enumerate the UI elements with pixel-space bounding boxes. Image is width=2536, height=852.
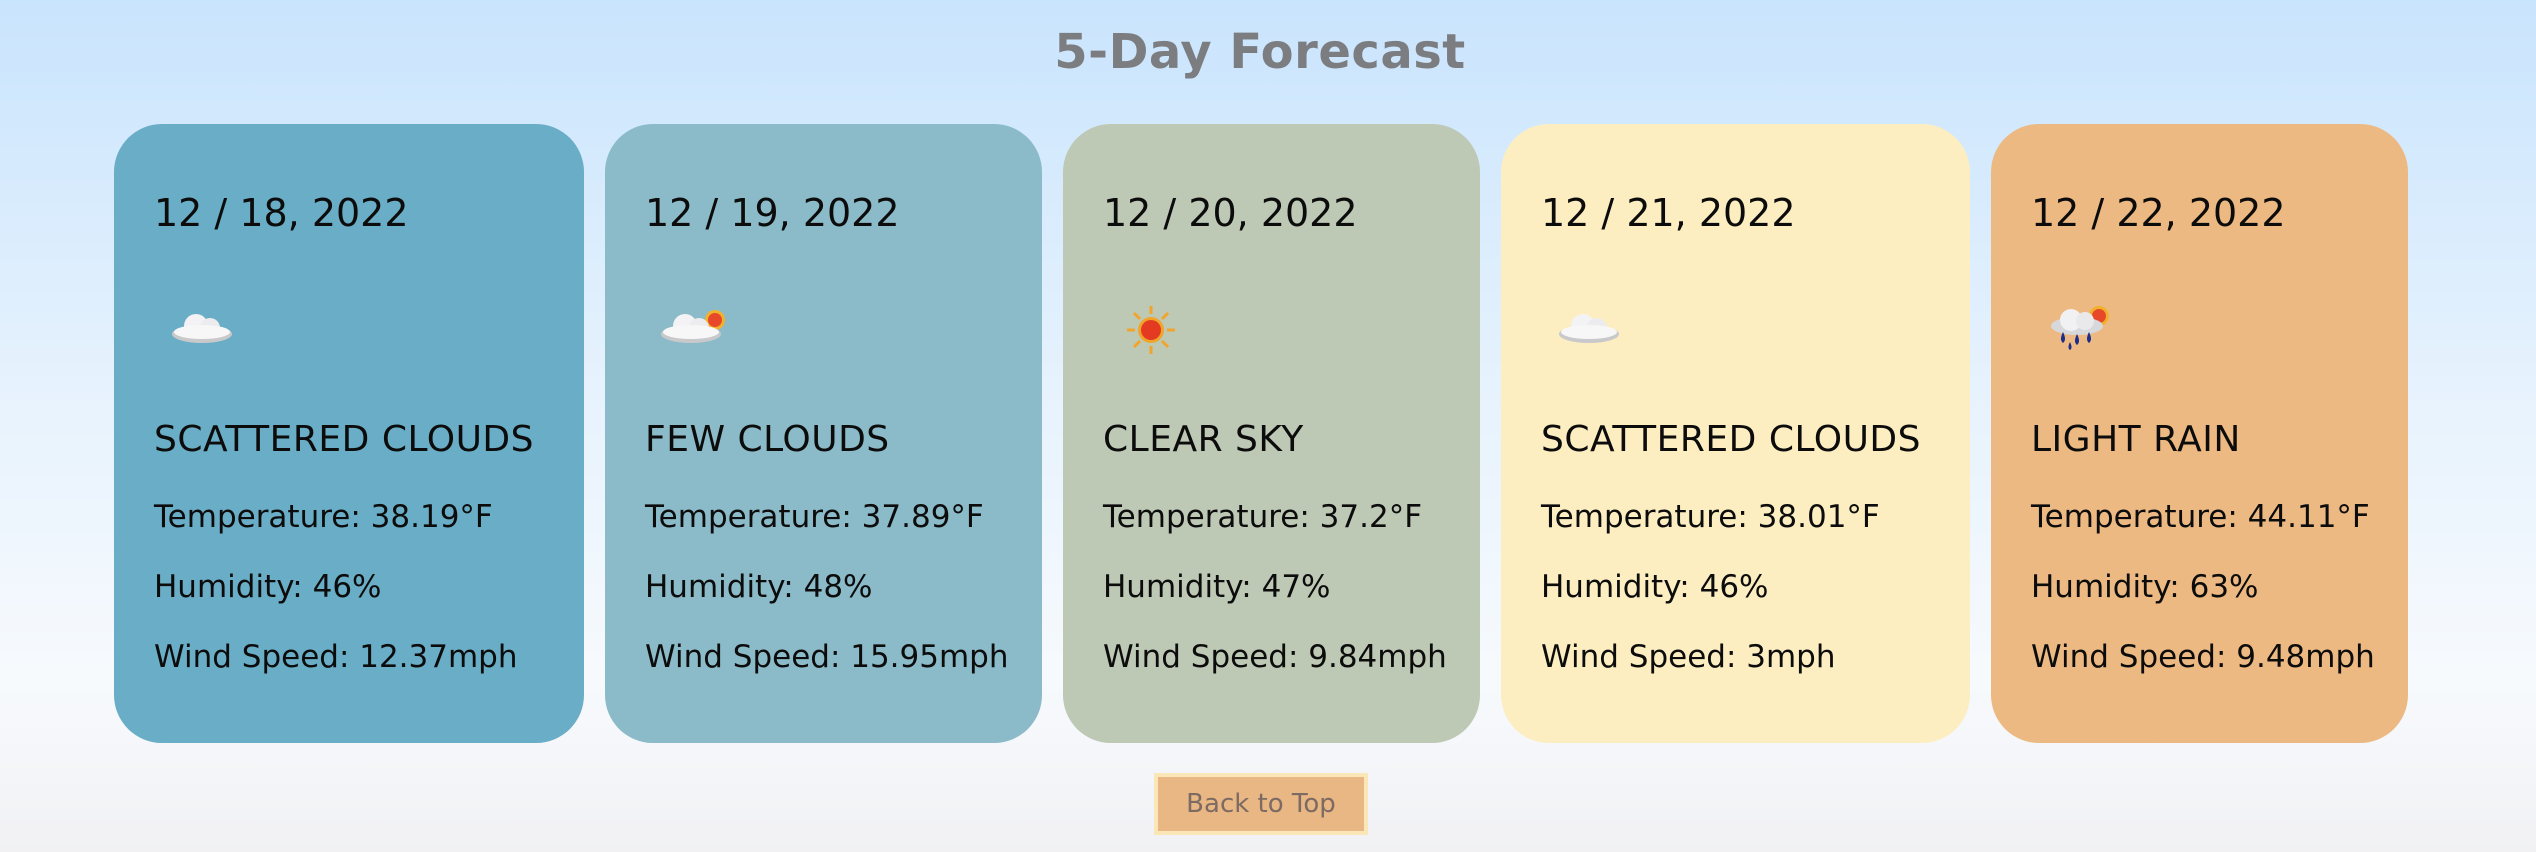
forecast-condition: SCATTERED CLOUDS xyxy=(1541,419,1922,460)
forecast-temperature: Temperature: 37.89°F xyxy=(645,499,984,535)
forecast-condition: FEW CLOUDS xyxy=(645,419,890,460)
forecast-temperature: Temperature: 38.01°F xyxy=(1541,499,1880,535)
forecast-wind-speed: Wind Speed: 9.84mph xyxy=(1103,639,1447,675)
forecast-temperature: Temperature: 44.11°F xyxy=(2031,499,2370,535)
page-title: 5-Day Forecast xyxy=(1054,24,1466,80)
forecast-date: 12 / 21, 2022 xyxy=(1541,191,1796,235)
forecast-card: 12 / 20, 2022 CLEAR SKY Temperature: 37.… xyxy=(1063,124,1480,743)
forecast-humidity: Humidity: 46% xyxy=(154,569,382,605)
forecast-date: 12 / 22, 2022 xyxy=(2031,191,2286,235)
back-to-top-button[interactable]: Back to Top xyxy=(1154,773,1368,835)
forecast-date: 12 / 20, 2022 xyxy=(1103,191,1358,235)
forecast-wind-speed: Wind Speed: 12.37mph xyxy=(154,639,518,675)
forecast-wind-speed: Wind Speed: 9.48mph xyxy=(2031,639,2375,675)
forecast-temperature: Temperature: 37.2°F xyxy=(1103,499,1423,535)
few-clouds-icon xyxy=(653,286,743,366)
forecast-card: 12 / 22, 2022 LIGHT RAIN Temperature: 44… xyxy=(1991,124,2408,743)
forecast-date: 12 / 18, 2022 xyxy=(154,191,409,235)
forecast-condition: SCATTERED CLOUDS xyxy=(154,419,535,460)
forecast-card: 12 / 19, 2022 FEW CLOUDS Temperature: 37… xyxy=(605,124,1042,743)
forecast-humidity: Humidity: 48% xyxy=(645,569,873,605)
forecast-condition: LIGHT RAIN xyxy=(2031,419,2241,460)
light-rain-icon xyxy=(2039,286,2129,366)
forecast-card: 12 / 21, 2022 SCATTERED CLOUDS Temperatu… xyxy=(1501,124,1970,743)
forecast-humidity: Humidity: 46% xyxy=(1541,569,1769,605)
clear-sky-icon xyxy=(1111,286,1201,366)
forecast-date: 12 / 19, 2022 xyxy=(645,191,900,235)
forecast-wind-speed: Wind Speed: 3mph xyxy=(1541,639,1836,675)
forecast-humidity: Humidity: 63% xyxy=(2031,569,2259,605)
forecast-condition: CLEAR SKY xyxy=(1103,419,1304,460)
forecast-humidity: Humidity: 47% xyxy=(1103,569,1331,605)
scattered-clouds-icon xyxy=(162,286,252,366)
forecast-wind-speed: Wind Speed: 15.95mph xyxy=(645,639,1009,675)
scattered-clouds-icon xyxy=(1549,286,1639,366)
forecast-temperature: Temperature: 38.19°F xyxy=(154,499,493,535)
forecast-card: 12 / 18, 2022 SCATTERED CLOUDS Temperatu… xyxy=(114,124,584,743)
